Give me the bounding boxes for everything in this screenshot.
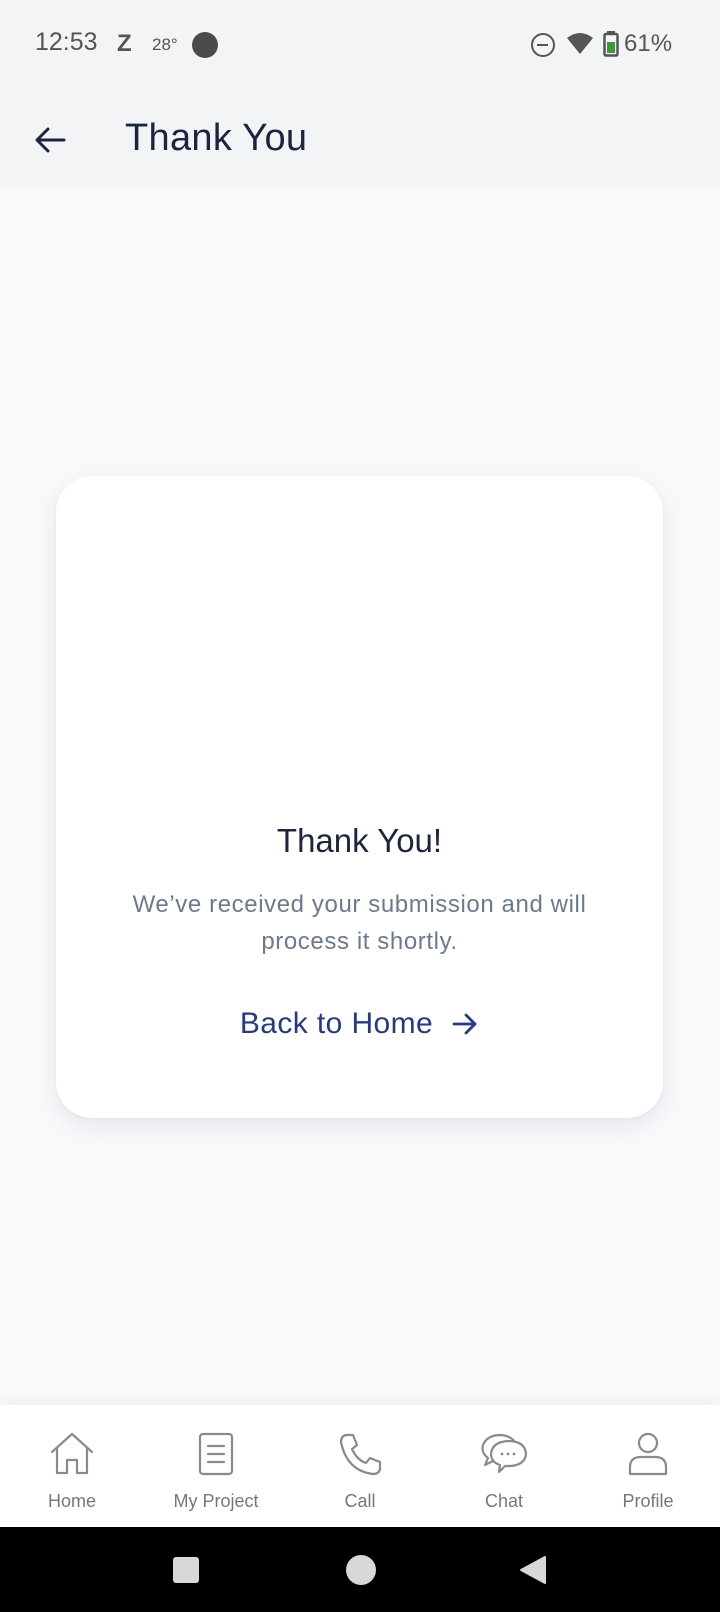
card-title: Thank You! [276,822,443,859]
dnd-icon [531,33,555,57]
recents-button[interactable] [173,1557,199,1583]
battery-icon [603,31,619,57]
nav-label-my-project: My Project [173,1491,259,1511]
nav-item-call[interactable]: Call [288,1405,432,1527]
phone-icon [339,1433,382,1476]
wifi-icon [567,33,593,54]
chat-icon [481,1433,528,1474]
status-z-label: Z [117,30,132,57]
system-back-button[interactable] [518,1555,546,1585]
card-message: We’ve received your submission and will … [132,891,587,955]
nav-label-call: Call [344,1491,376,1511]
nav-label-profile: Profile [622,1491,674,1511]
home-icon [50,1432,94,1475]
confirmation-card: Thank You! We’ve received your submissio… [56,476,663,1118]
notification-dot-icon [192,32,218,58]
back-arrow-icon[interactable] [30,120,70,160]
document-icon [198,1432,234,1476]
nav-label-chat: Chat [484,1491,524,1511]
back-to-home-button[interactable]: Back to Home [56,1002,663,1046]
nav-item-my-project[interactable]: My Project [144,1405,288,1527]
nav-item-chat[interactable]: Chat [432,1405,576,1527]
nav-item-profile[interactable]: Profile [576,1405,720,1527]
user-icon [628,1432,668,1476]
system-nav-bar [0,1527,720,1612]
arrow-right-icon [452,1013,477,1035]
nav-item-home[interactable]: Home [0,1405,144,1527]
bottom-nav: Home My Project Call Chat Profile [0,1405,720,1527]
status-time: 12:53 [35,28,98,56]
nav-label-home: Home [47,1491,96,1511]
home-system-button[interactable] [346,1555,376,1585]
back-to-home-label: Back to Home [239,1007,434,1040]
battery-percent: 61% [624,30,673,57]
page-title: Thank You [125,117,308,159]
status-bar: 12:53 Z 28° 61% [0,0,720,90]
screen: 12:53 Z 28° 61% Thank You Thank You! We’… [0,0,720,1612]
status-temperature: 28° [152,35,178,54]
app-bar: Thank You [0,90,720,188]
